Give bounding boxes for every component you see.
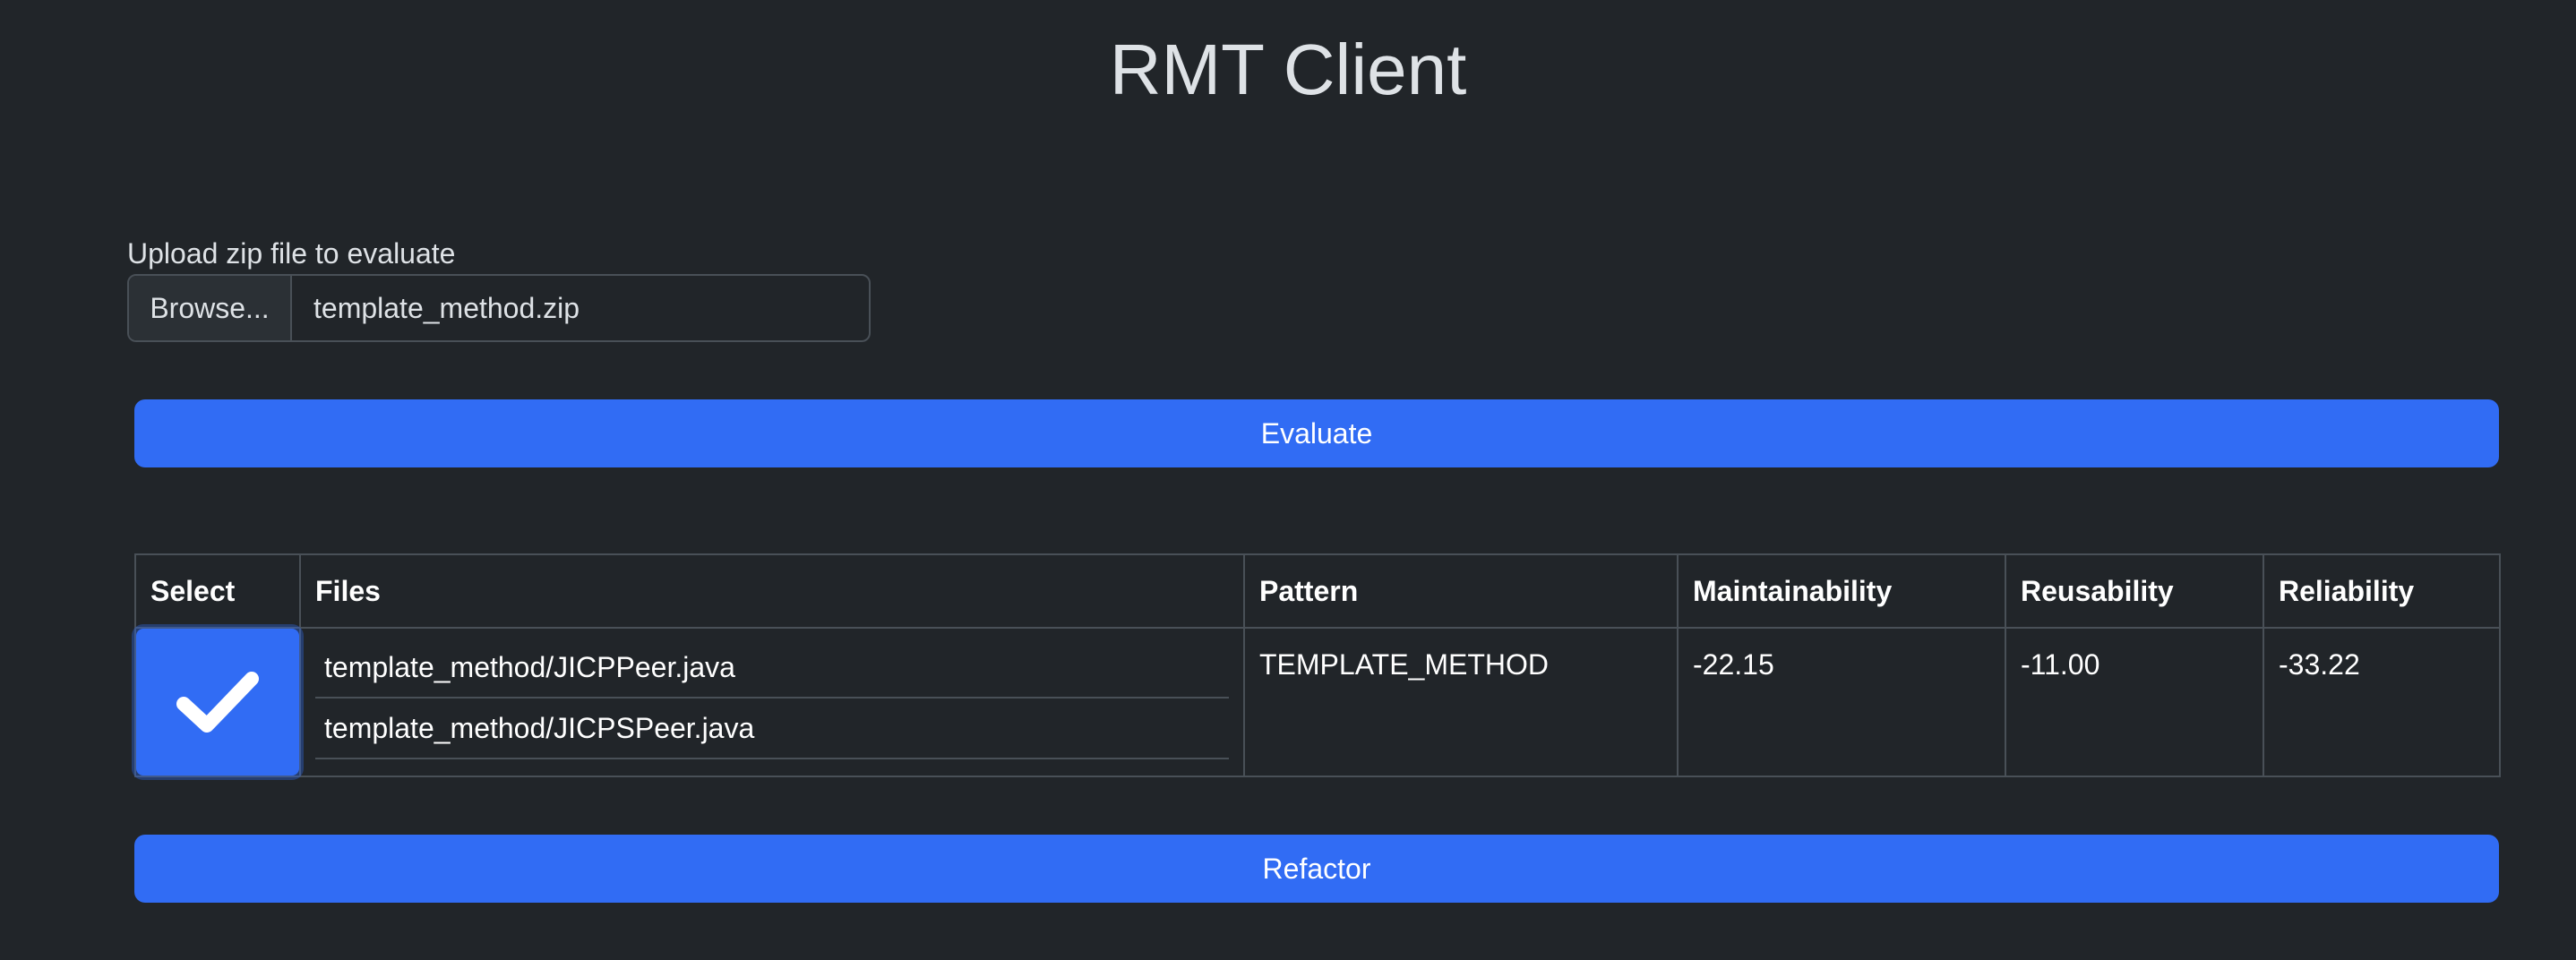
- header-files: Files: [299, 553, 1245, 629]
- maintainability-cell: -22.15: [1677, 627, 2006, 777]
- reusability-cell: -11.00: [2005, 627, 2264, 777]
- browse-button[interactable]: Browse...: [129, 276, 292, 340]
- results-table: Select Files Pattern Maintainability Reu…: [134, 553, 2501, 777]
- evaluate-button[interactable]: Evaluate: [134, 399, 2499, 467]
- header-select: Select: [134, 553, 301, 629]
- upload-label: Upload zip file to evaluate: [127, 237, 456, 270]
- pattern-cell: TEMPLATE_METHOD: [1243, 627, 1679, 777]
- reliability-cell: -33.22: [2263, 627, 2501, 777]
- table-row: template_method/JICPPeer.java template_m…: [134, 627, 2501, 777]
- header-pattern: Pattern: [1243, 553, 1679, 629]
- select-cell: [134, 627, 301, 777]
- check-icon: [176, 672, 259, 733]
- list-item: template_method/JICPPeer.java: [315, 638, 1229, 699]
- files-cell: template_method/JICPPeer.java template_m…: [299, 627, 1245, 777]
- table-header-row: Select Files Pattern Maintainability Reu…: [134, 553, 2501, 629]
- list-item: template_method/JICPSPeer.java: [315, 699, 1229, 759]
- row-select-checkbox[interactable]: [136, 629, 299, 776]
- selected-file-name: template_method.zip: [313, 291, 580, 324]
- header-reliability: Reliability: [2263, 553, 2501, 629]
- header-reusability: Reusability: [2005, 553, 2264, 629]
- file-upload-input[interactable]: Browse... template_method.zip: [127, 274, 871, 342]
- page-title: RMT Client: [1109, 30, 1467, 109]
- header-maintainability: Maintainability: [1677, 553, 2006, 629]
- refactor-button[interactable]: Refactor: [134, 835, 2499, 903]
